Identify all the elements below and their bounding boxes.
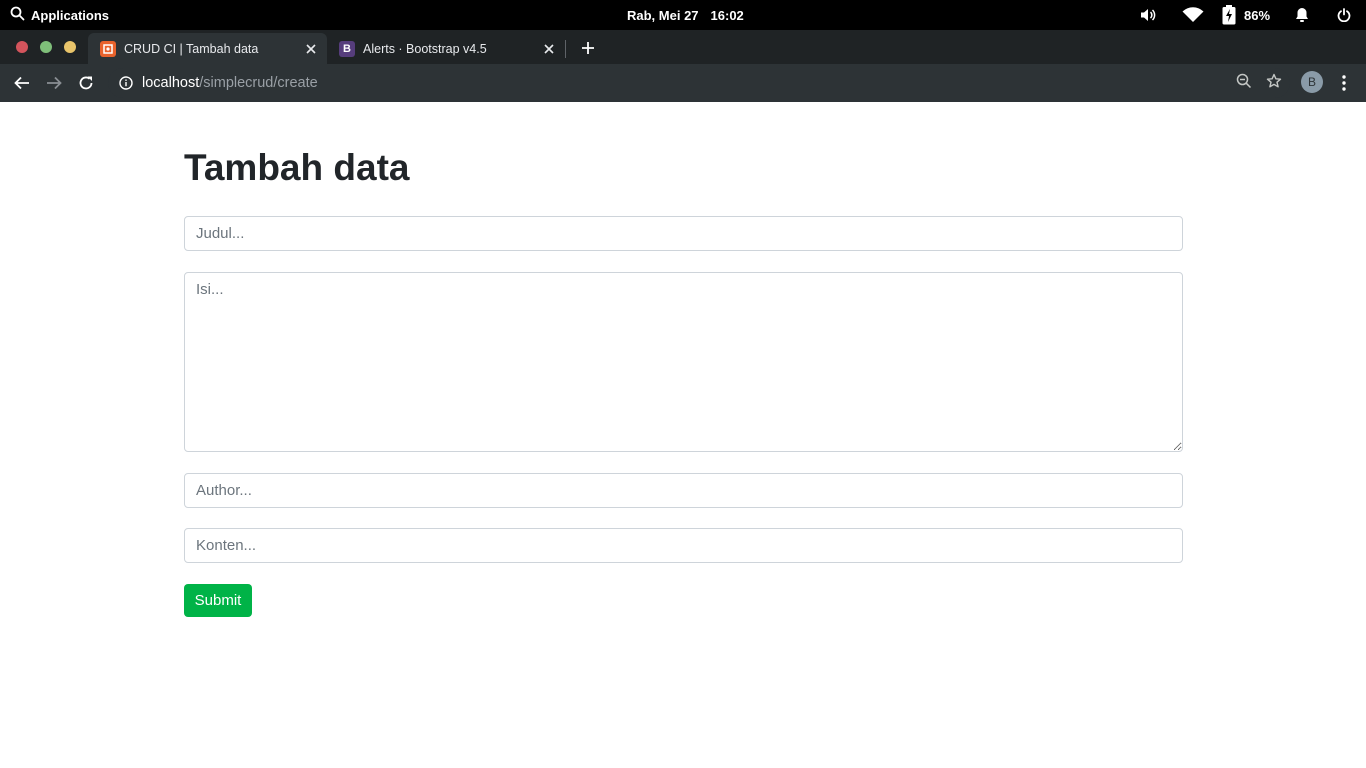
konten-input[interactable]: [184, 528, 1183, 563]
url-path: /simplecrud/create: [199, 75, 318, 91]
zoom-out-icon[interactable]: [1236, 73, 1252, 94]
url-text[interactable]: localhost/simplecrud/create: [142, 75, 318, 91]
tab-title: Alerts · Bootstrap v4.5: [363, 41, 487, 56]
tab-title: CRUD CI | Tambah data: [124, 41, 259, 56]
author-input[interactable]: [184, 473, 1183, 508]
bootstrap-favicon-icon: B: [339, 40, 355, 57]
page-title: Tambah data: [184, 147, 410, 188]
back-arrow-icon[interactable]: [10, 71, 34, 95]
bookmark-star-icon[interactable]: [1266, 73, 1282, 94]
page-content: Tambah data Submit: [0, 102, 1366, 768]
isi-textarea[interactable]: [184, 272, 1183, 452]
tab-crud-ci[interactable]: CRUD CI | Tambah data: [88, 33, 327, 64]
codeigniter-favicon-icon: [100, 40, 116, 57]
url-host: localhost: [142, 75, 200, 91]
applications-menu[interactable]: Applications: [10, 0, 109, 30]
window-close-button[interactable]: [16, 41, 28, 53]
search-icon: [10, 6, 25, 24]
battery-percent[interactable]: 86%: [1242, 0, 1282, 30]
tab-strip: CRUD CI | Tambah data B Alerts · Bootstr…: [0, 30, 1366, 64]
forward-arrow-icon[interactable]: [42, 71, 66, 95]
window-maximize-button[interactable]: [64, 41, 76, 53]
tab-close-icon[interactable]: [541, 41, 557, 57]
tab-separator: [565, 40, 566, 58]
new-tab-plus-icon[interactable]: [578, 38, 598, 58]
window-minimize-button[interactable]: [40, 41, 52, 53]
reload-icon[interactable]: [74, 71, 98, 95]
submit-button[interactable]: Submit: [184, 584, 252, 617]
judul-input[interactable]: [184, 216, 1183, 251]
clock-date: Rab, Mei 27: [627, 7, 699, 23]
battery-icon[interactable]: [1216, 0, 1242, 30]
applications-label: Applications: [31, 7, 110, 23]
system-top-bar: Applications Rab, Mei 27 16:02 86%: [0, 0, 1366, 30]
clock-time: 16:02: [710, 7, 744, 23]
tab-close-icon[interactable]: [303, 41, 319, 57]
notification-bell-icon[interactable]: [1282, 0, 1322, 30]
system-tray: 86%: [1126, 0, 1366, 30]
wifi-icon[interactable]: [1170, 0, 1216, 30]
tab-bootstrap-alerts[interactable]: B Alerts · Bootstrap v4.5: [327, 33, 565, 64]
profile-avatar[interactable]: B: [1301, 71, 1323, 93]
volume-icon[interactable]: [1126, 0, 1170, 30]
clock[interactable]: Rab, Mei 27 16:02: [627, 0, 744, 30]
browser-toolbar: localhost/simplecrud/create B: [0, 64, 1366, 102]
site-info-icon[interactable]: [118, 75, 134, 91]
kebab-menu-icon[interactable]: [1334, 71, 1354, 95]
power-icon[interactable]: [1322, 0, 1366, 30]
address-bar[interactable]: localhost/simplecrud/create: [108, 68, 1290, 98]
